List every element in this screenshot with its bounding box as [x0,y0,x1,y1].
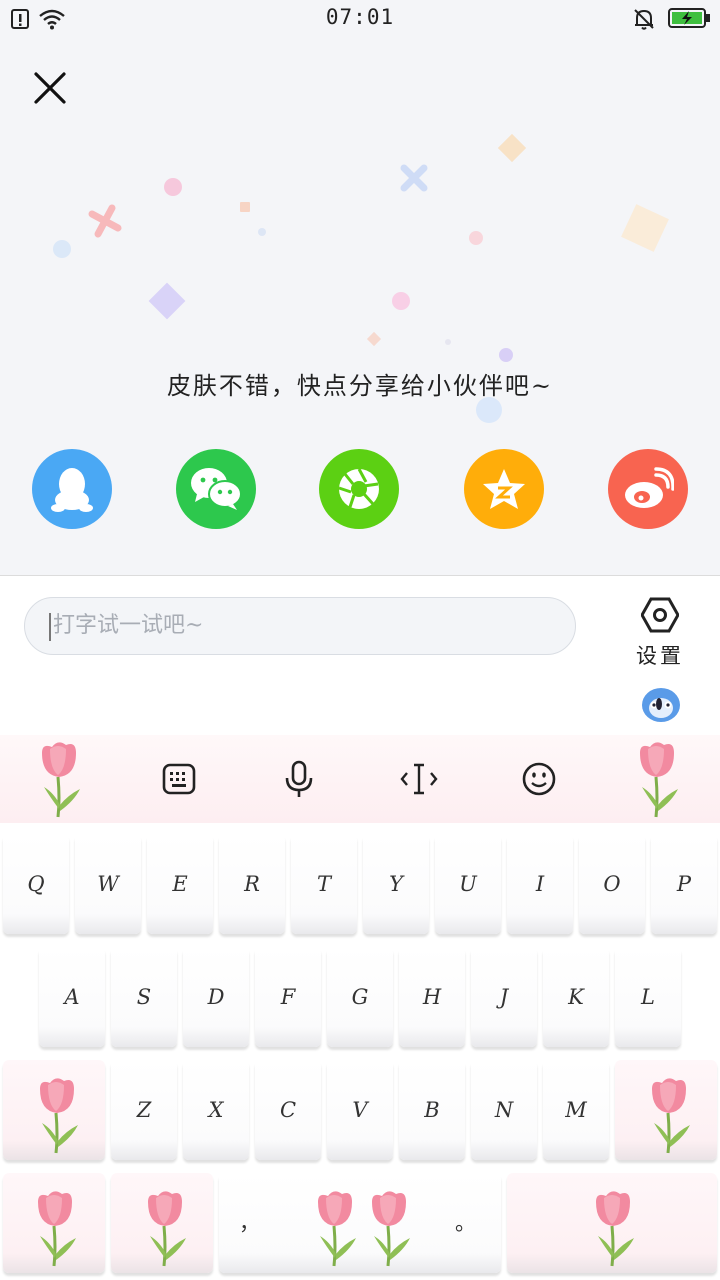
key-r[interactable]: R [219,834,285,934]
share-moments-button[interactable] [319,449,399,529]
tulip-icon [652,1078,690,1154]
key-p[interactable]: P [651,834,717,934]
key-e[interactable]: E [147,834,213,934]
tulip-icon [40,1078,78,1154]
microphone-icon[interactable] [277,757,321,801]
key-i[interactable]: I [507,834,573,934]
keyboard-toolbar [0,735,720,823]
share-message: 皮肤不错，快点分享给小伙伴吧~ [166,372,554,400]
key-x[interactable]: X [183,1060,249,1160]
tulip-icon [42,742,80,818]
key-u[interactable]: U [435,834,501,934]
text-caret [49,613,51,641]
key-k[interactable]: K [543,947,609,1047]
tulip-icon [38,1191,76,1267]
moments-icon [338,468,379,509]
key-b[interactable]: B [399,1060,465,1160]
tulip-icon [640,742,678,818]
input-bar: 打字试一试吧~ 设置 [0,575,720,678]
period-key[interactable]: 。 [455,1173,476,1273]
key-y[interactable]: Y [363,834,429,934]
close-icon[interactable] [28,66,72,110]
weibo-icon [625,467,674,508]
key-w[interactable]: W [75,834,141,934]
keyboard-icon[interactable] [157,757,201,801]
qzone-icon [483,469,525,509]
status-time: 07:01 [325,5,395,29]
battery-charging-icon [668,8,710,28]
input-placeholder: 打字试一试吧~ [53,613,204,638]
key-s[interactable]: S [111,947,177,1047]
settings-hexagon-icon [641,597,679,633]
key-c[interactable]: C [255,1060,321,1160]
key-v[interactable]: V [327,1060,393,1160]
key-o[interactable]: O [579,834,645,934]
key-z[interactable]: Z [111,1060,177,1160]
key-m[interactable]: M [543,1060,609,1160]
share-weibo-button[interactable] [608,449,688,529]
cursor-move-icon[interactable] [397,757,441,801]
key-j[interactable]: J [471,947,537,1047]
emoji-icon[interactable] [517,757,561,801]
qq-icon [51,468,93,512]
settings-label: 设置 [636,644,684,668]
wechat-icon [191,468,242,510]
key-n[interactable]: N [471,1060,537,1160]
test-text-input[interactable]: 打字试一试吧~ [24,597,576,655]
key-t[interactable]: T [291,834,357,934]
keyboard: Q W E R T Y U I O P A S D F G H J K L Z … [0,677,720,1280]
key-l[interactable]: L [615,947,681,1047]
tulip-icon [596,1191,634,1267]
status-bar: 07:01 [0,0,720,36]
bell-muted-icon [634,9,654,30]
tulip-icon [318,1191,356,1267]
key-h[interactable]: H [399,947,465,1047]
settings-button[interactable]: 设置 [624,588,696,668]
key-q[interactable]: Q [3,834,69,934]
tulip-icon [372,1191,410,1267]
key-f[interactable]: F [255,947,321,1047]
key-a[interactable]: A [39,947,105,1047]
tulip-icon [148,1191,186,1267]
key-d[interactable]: D [183,947,249,1047]
share-qq-button[interactable] [32,449,112,529]
share-wechat-button[interactable] [176,449,256,529]
key-g[interactable]: G [327,947,393,1047]
comma-key[interactable]: ， [239,1173,260,1273]
mascot-icon[interactable] [640,684,682,724]
share-qzone-button[interactable] [464,449,544,529]
